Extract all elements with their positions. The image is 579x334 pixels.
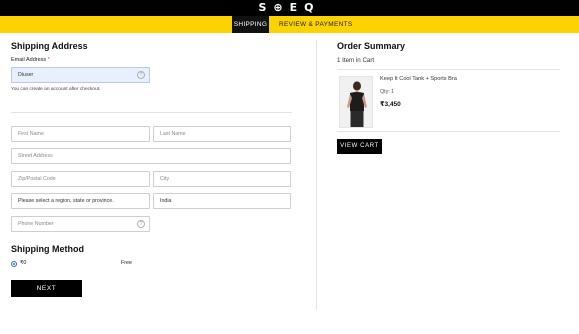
country-select[interactable]: India bbox=[153, 193, 291, 209]
region-select[interactable]: Please select a region, state or provinc… bbox=[11, 193, 150, 209]
product-qty: Qty: 1 bbox=[380, 89, 395, 95]
view-cart-button[interactable]: VIEW CART bbox=[337, 139, 382, 154]
next-button[interactable]: NEXT bbox=[11, 280, 82, 297]
phone-placeholder: Phone Number bbox=[18, 221, 54, 227]
country-select-value: India bbox=[160, 198, 172, 204]
first-name-placeholder: First Name bbox=[18, 131, 44, 137]
order-summary-title: Order Summary bbox=[337, 41, 406, 51]
email-label-text: Email Address bbox=[11, 57, 47, 63]
region-select-value: Please select a region, state or provinc… bbox=[18, 198, 114, 204]
brand-logo[interactable]: S⊕EQ bbox=[0, 0, 579, 16]
street-address-field[interactable]: Street Address bbox=[11, 148, 291, 164]
step-shipping[interactable]: SHIPPING bbox=[232, 16, 269, 33]
shipping-method-carrier: Free bbox=[121, 260, 132, 266]
form-divider bbox=[11, 112, 292, 113]
email-label: Email Address * bbox=[11, 57, 50, 63]
email-hint: You can create an account after checkout… bbox=[11, 87, 101, 92]
help-icon[interactable]: ? bbox=[137, 71, 145, 79]
shipping-address-title: Shipping Address bbox=[11, 41, 88, 51]
email-field-value: Diuser bbox=[18, 72, 34, 78]
product-thumbnail bbox=[339, 76, 373, 128]
help-icon[interactable]: ? bbox=[137, 220, 145, 228]
column-divider bbox=[316, 40, 317, 310]
checkout-progress-bar: SHIPPING REVIEW & PAYMENTS bbox=[0, 16, 579, 33]
first-name-field[interactable]: First Name bbox=[11, 126, 150, 142]
product-photo-icon bbox=[340, 77, 372, 127]
last-name-placeholder: Last Name bbox=[160, 131, 186, 137]
shipping-method-title: Shipping Method bbox=[11, 244, 84, 254]
street-address-placeholder: Street Address bbox=[18, 153, 53, 159]
radio-selected-icon[interactable] bbox=[11, 261, 17, 267]
product-price: ₹3,450 bbox=[380, 101, 401, 108]
summary-divider-top bbox=[337, 69, 560, 70]
cart-item-count[interactable]: 1 Item in Cart bbox=[337, 57, 374, 64]
city-field[interactable]: City bbox=[153, 171, 291, 187]
step-review-payments[interactable]: REVIEW & PAYMENTS bbox=[279, 16, 352, 33]
email-field[interactable]: Diuser ? bbox=[11, 67, 150, 83]
city-placeholder: City bbox=[160, 176, 170, 182]
zip-placeholder: Zip/Postal Code bbox=[18, 176, 56, 182]
last-name-field[interactable]: Last Name bbox=[153, 126, 291, 142]
shipping-method-price: ₹0 bbox=[20, 260, 27, 266]
product-name: Keep It Cool Tank + Sports Bra bbox=[380, 76, 457, 82]
required-mark: * bbox=[47, 57, 50, 63]
summary-divider-bottom bbox=[337, 131, 560, 132]
zip-field[interactable]: Zip/Postal Code bbox=[11, 171, 150, 187]
phone-field[interactable]: Phone Number ? bbox=[11, 216, 150, 232]
